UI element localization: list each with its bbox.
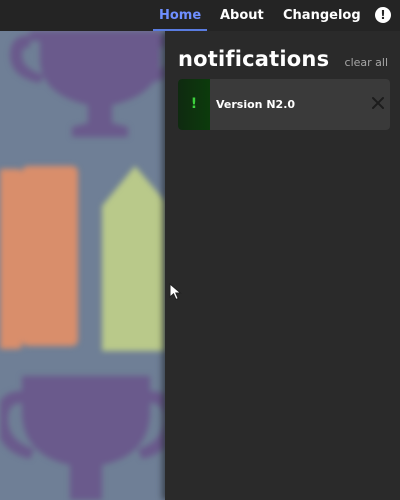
exclamation-circle-icon[interactable]: ! <box>375 7 391 23</box>
top-navigation-bar: Home About Changelog ! <box>0 0 400 31</box>
tab-home[interactable]: Home <box>152 0 208 31</box>
trophy-icon-bottom <box>0 376 165 500</box>
letter-n-orange <box>0 166 78 349</box>
blurred-background <box>0 31 165 500</box>
app-screen: Home About Changelog ! notifications cle… <box>0 0 400 500</box>
letter-n-green <box>102 166 165 351</box>
notifications-panel: notifications clear all ! Version N2.0 <box>165 31 400 500</box>
background-art <box>0 31 165 500</box>
trophy-icon-top <box>10 31 165 137</box>
notification-item[interactable]: ! Version N2.0 <box>178 79 390 130</box>
tab-about[interactable]: About <box>220 0 264 31</box>
close-icon[interactable] <box>370 95 386 111</box>
notification-text: Version N2.0 <box>216 98 296 111</box>
exclamation-icon: ! <box>190 96 198 112</box>
mouse-cursor-icon <box>169 283 182 301</box>
tab-changelog[interactable]: Changelog <box>283 0 361 31</box>
clear-all-button[interactable]: clear all <box>345 56 388 69</box>
panel-title: notifications <box>178 47 330 71</box>
